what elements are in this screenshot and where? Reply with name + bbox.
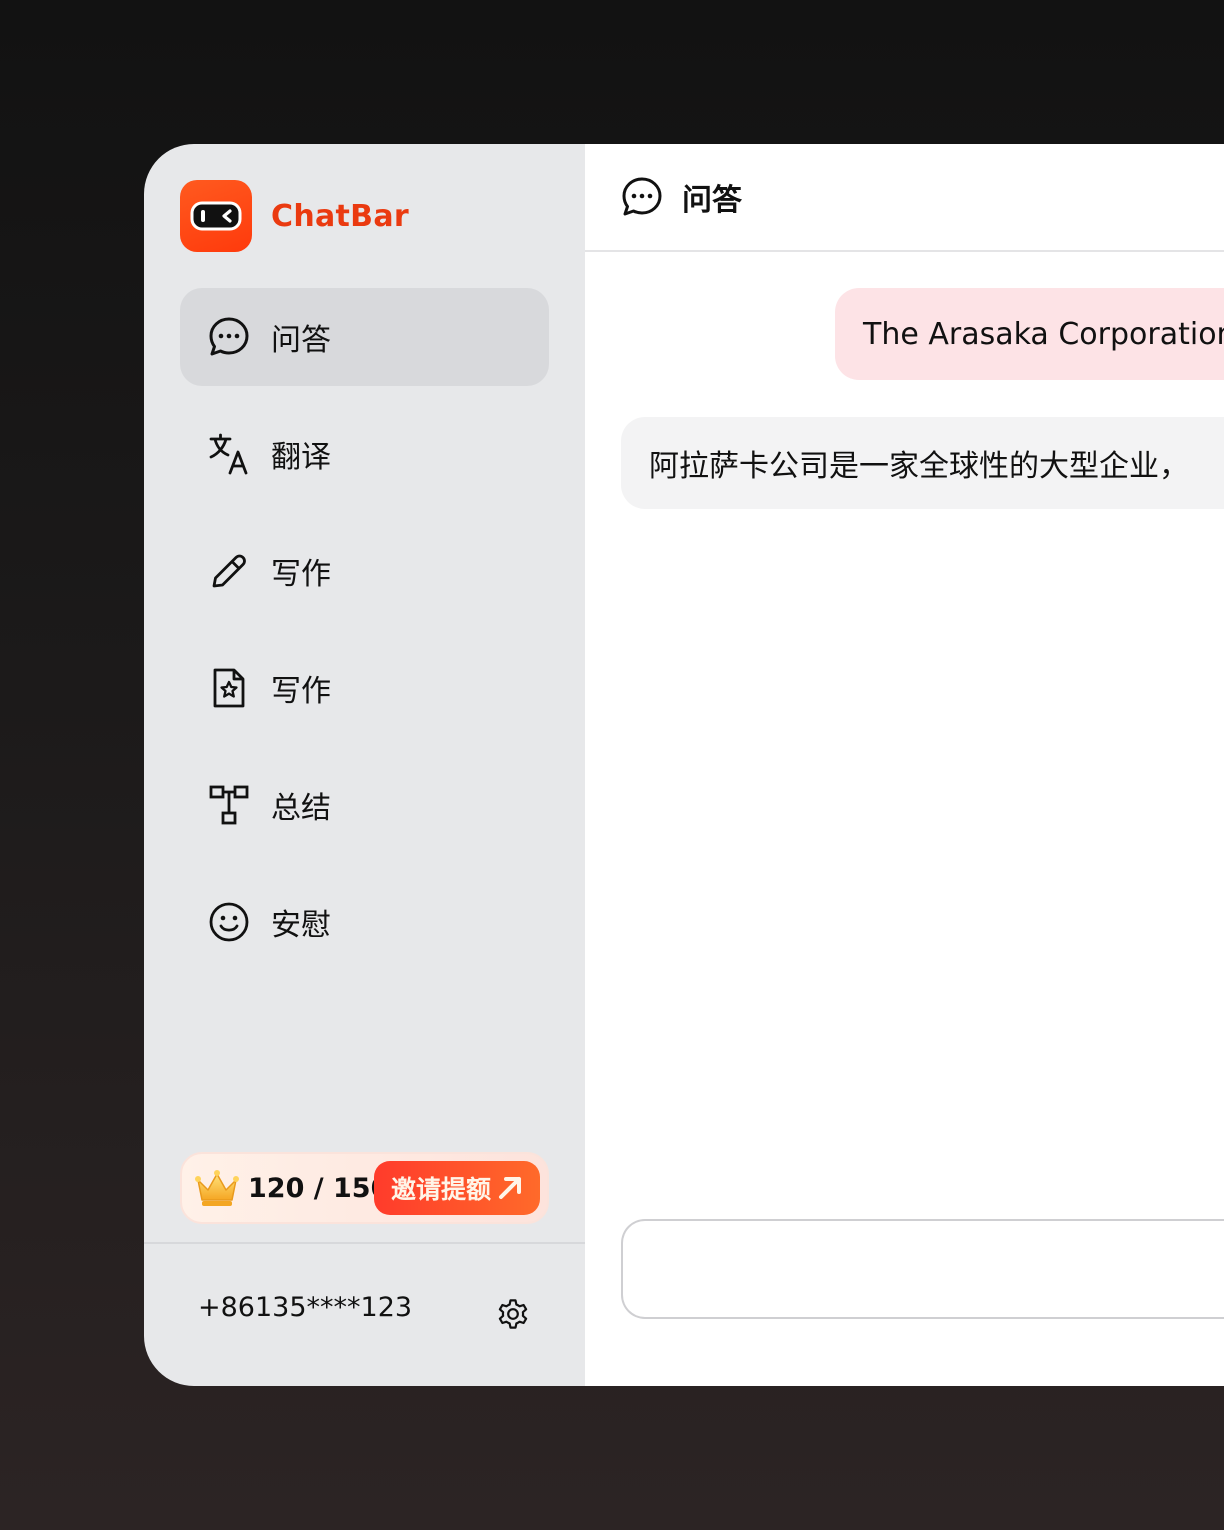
sidebar-item-summary[interactable]: 总结	[180, 756, 549, 854]
sidebar-item-label: 写作	[271, 674, 331, 709]
brand-name: ChatBar	[271, 198, 409, 234]
chat-bubble-icon	[621, 176, 663, 218]
document-star-icon	[208, 667, 250, 709]
translate-icon	[208, 433, 250, 475]
account-phone: +86135****123	[198, 1292, 413, 1323]
sidebar-item-label: 翻译	[271, 440, 331, 475]
main-panel: 问答 The Arasaka Corporation 阿拉萨卡公司是一家全球性的…	[585, 144, 1224, 1386]
chat-bubble-icon	[208, 316, 250, 358]
sidebar-divider	[144, 1242, 585, 1244]
message-composer[interactable]	[621, 1219, 1224, 1319]
app-window: ChatBar 问答 翻译 写作 写作 总结 安慰 120 / 150 邀请提额…	[144, 144, 1224, 1386]
page-title: 问答	[682, 183, 742, 218]
arrow-up-right-icon	[499, 1177, 521, 1199]
sidebar-item-translate[interactable]: 翻译	[180, 405, 549, 503]
sidebar-item-label: 总结	[271, 791, 331, 826]
sidebar-item-write[interactable]: 写作	[180, 522, 549, 620]
smile-icon	[208, 901, 250, 943]
gear-icon	[498, 1299, 528, 1329]
user-message: The Arasaka Corporation	[835, 288, 1224, 380]
brand: ChatBar	[180, 180, 409, 252]
sidebar-item-label: 写作	[271, 557, 331, 592]
quota-count: 120 / 150	[248, 1172, 390, 1204]
message-input[interactable]	[623, 1221, 1224, 1317]
sidebar-item-write-document[interactable]: 写作	[180, 639, 549, 737]
sidebar-item-comfort[interactable]: 安慰	[180, 873, 549, 971]
sidebar-item-label: 安慰	[271, 908, 331, 943]
sidebar-item-qa[interactable]: 问答	[180, 288, 549, 386]
assistant-message: 阿拉萨卡公司是一家全球性的大型企业，	[621, 417, 1224, 509]
sidebar-item-label: 问答	[271, 323, 331, 358]
crown-icon	[195, 1170, 239, 1206]
sidebar: ChatBar 问答 翻译 写作 写作 总结 安慰 120 / 150 邀请提额…	[144, 144, 585, 1386]
invite-label: 邀请提额	[390, 1175, 491, 1204]
hierarchy-icon	[208, 784, 250, 826]
invite-button[interactable]: 邀请提额	[374, 1161, 540, 1215]
pencil-icon	[208, 550, 250, 592]
settings-button[interactable]	[495, 1296, 531, 1332]
quota-card: 120 / 150 邀请提额	[180, 1152, 549, 1224]
robot-face-icon	[180, 180, 252, 252]
main-header: 问答	[585, 144, 1224, 252]
sidebar-nav: 问答 翻译 写作 写作 总结 安慰	[180, 288, 549, 990]
